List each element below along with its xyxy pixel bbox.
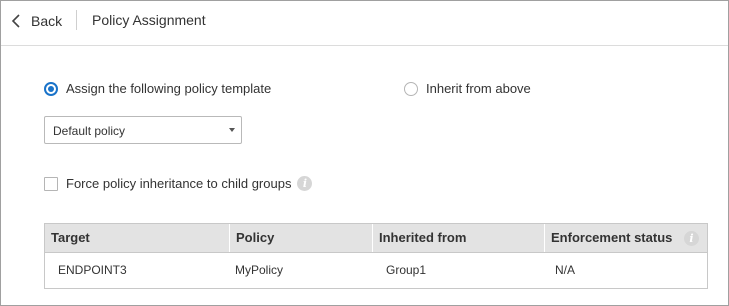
- back-button[interactable]: Back: [9, 10, 62, 32]
- radio-button-unselected[interactable]: [404, 81, 418, 96]
- cell-inherited-from: Group1: [386, 263, 427, 277]
- radio-assign-template[interactable]: Assign the following policy template: [44, 81, 271, 96]
- force-inheritance-option: Force policy inheritance to child groups…: [44, 176, 313, 191]
- table-header: Target Policy Inherited from Enforcement…: [45, 224, 707, 253]
- column-header-policy[interactable]: Policy: [229, 224, 372, 252]
- back-label: Back: [31, 13, 63, 29]
- assignment-table: Target Policy Inherited from Enforcement…: [44, 223, 708, 289]
- chevron-left-icon: [11, 14, 20, 28]
- cell-enforcement-status: N/A: [555, 263, 576, 277]
- radio-inherit-label: Inherit from above: [426, 81, 531, 96]
- column-header-inherited-from[interactable]: Inherited from: [372, 224, 544, 252]
- info-icon[interactable]: i: [297, 176, 313, 191]
- policy-template-value: Default policy: [53, 124, 126, 138]
- table-row[interactable]: ENDPOINT3 MyPolicy Group1 N/A: [45, 253, 707, 288]
- header-divider: [76, 10, 77, 30]
- radio-button-selected[interactable]: [44, 81, 58, 96]
- page-title: Policy Assignment: [92, 12, 206, 28]
- force-inheritance-checkbox[interactable]: [44, 176, 58, 191]
- dropdown-arrow-icon: [229, 128, 235, 132]
- policy-template-select[interactable]: Default policy: [44, 116, 242, 144]
- panel-header: Back Policy Assignment: [1, 1, 728, 46]
- column-header-enforcement-status[interactable]: Enforcement status i: [544, 224, 707, 252]
- radio-assign-template-label: Assign the following policy template: [66, 81, 272, 96]
- cell-policy: MyPolicy: [235, 263, 284, 277]
- force-inheritance-label: Force policy inheritance to child groups: [66, 176, 292, 191]
- column-header-target[interactable]: Target: [45, 224, 229, 252]
- cell-target: ENDPOINT3: [58, 263, 127, 277]
- policy-assignment-panel: Back Policy Assignment Assign the follow…: [0, 0, 729, 306]
- info-icon[interactable]: i: [684, 231, 699, 246]
- radio-inherit-from-above[interactable]: Inherit from above: [404, 81, 531, 96]
- column-header-enforcement-status-label: Enforcement status: [551, 230, 673, 245]
